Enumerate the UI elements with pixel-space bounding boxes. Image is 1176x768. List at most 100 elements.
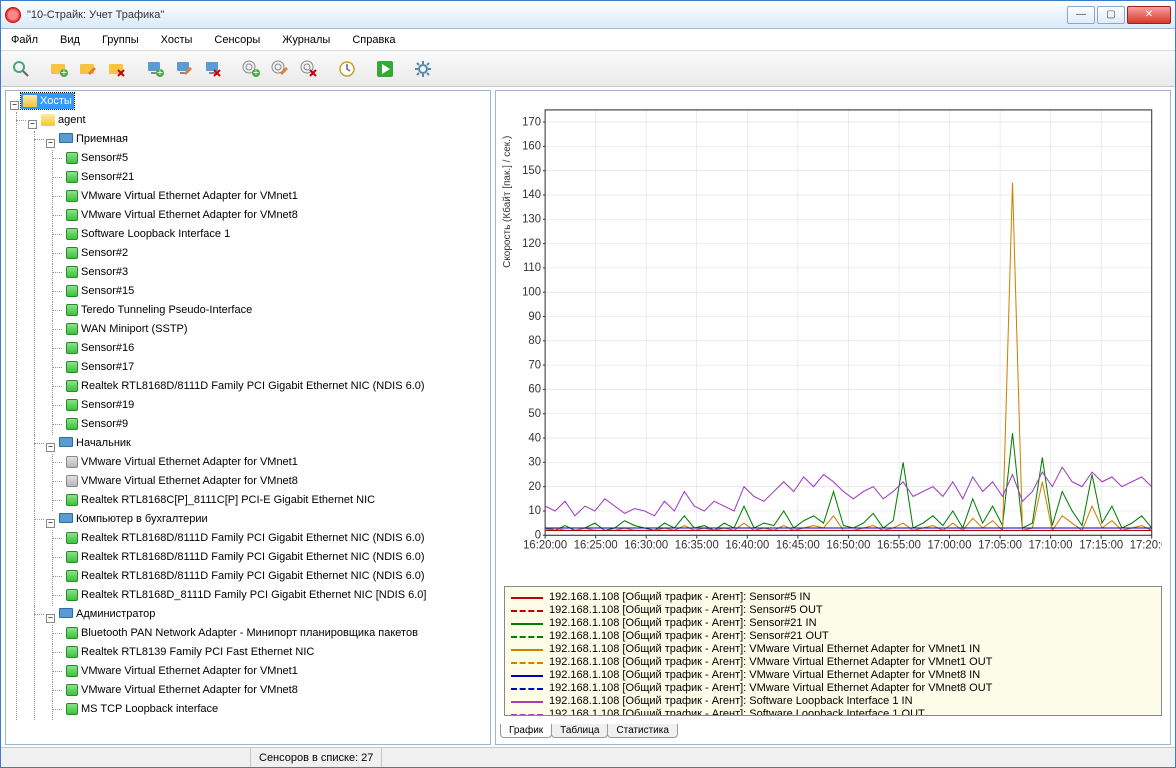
tree-sensor[interactable]: Software Loopback Interface 1 bbox=[64, 226, 232, 242]
tree-sensor[interactable]: Realtek RTL8168D/8111D Family PCI Gigabi… bbox=[64, 568, 427, 584]
legend-swatch bbox=[511, 649, 543, 651]
tree-sensor[interactable]: Sensor#15 bbox=[64, 283, 136, 299]
tree-root[interactable]: Хосты bbox=[21, 93, 74, 109]
legend-row: 192.168.1.108 [Общий трафик - Агент]: So… bbox=[511, 708, 1155, 716]
sensor-delete-icon[interactable] bbox=[295, 55, 323, 83]
folder-delete-icon[interactable] bbox=[103, 55, 131, 83]
tree-sensor[interactable]: Realtek RTL8168C[P]_8111C[P] PCI-E Gigab… bbox=[64, 492, 377, 508]
menu-file[interactable]: Файл bbox=[7, 32, 42, 48]
sensor-icon bbox=[66, 551, 78, 563]
tree-sensor[interactable]: Sensor#19 bbox=[64, 397, 136, 413]
svg-text:+: + bbox=[157, 67, 163, 79]
tree-sensor[interactable]: Teredo Tunneling Pseudo-Interface bbox=[64, 302, 254, 318]
tree-sensor[interactable]: VMware Virtual Ethernet Adapter for VMne… bbox=[64, 188, 300, 204]
chart-legend: 192.168.1.108 [Общий трафик - Агент]: Se… bbox=[504, 586, 1162, 716]
sensor-icon bbox=[66, 570, 78, 582]
menu-view[interactable]: Вид bbox=[56, 32, 84, 48]
expand-icon[interactable]: − bbox=[28, 120, 37, 129]
menu-hosts[interactable]: Хосты bbox=[157, 32, 197, 48]
svg-text:16:20:00: 16:20:00 bbox=[523, 538, 567, 551]
tab-graph[interactable]: График bbox=[500, 724, 552, 738]
folder-edit-icon[interactable] bbox=[74, 55, 102, 83]
tree-host[interactable]: Компьютер в бухгалтерии bbox=[57, 511, 210, 527]
tree-sensor[interactable]: Realtek RTL8168D/8111D Family PCI Gigabi… bbox=[64, 530, 427, 546]
pc-icon bbox=[59, 437, 73, 449]
expand-icon[interactable]: − bbox=[46, 443, 55, 452]
svg-text:16:35:00: 16:35:00 bbox=[675, 538, 719, 551]
legend-swatch bbox=[511, 675, 543, 677]
sensor-icon bbox=[66, 342, 78, 354]
menu-sensors[interactable]: Сенсоры bbox=[210, 32, 264, 48]
host-add-icon[interactable]: + bbox=[141, 55, 169, 83]
sensor-icon bbox=[66, 380, 78, 392]
expand-icon[interactable]: − bbox=[46, 139, 55, 148]
tree-sensor[interactable]: Realtek RTL8168D/8111D Family PCI Gigabi… bbox=[64, 378, 427, 394]
legend-swatch bbox=[511, 610, 543, 612]
sensor-add-icon[interactable]: + bbox=[237, 55, 265, 83]
tree-host[interactable]: Начальник bbox=[57, 435, 133, 451]
svg-text:17:10:00: 17:10:00 bbox=[1029, 538, 1073, 551]
tree-sensor[interactable]: Sensor#21 bbox=[64, 169, 136, 185]
sensor-icon bbox=[66, 475, 78, 487]
folder-add-icon[interactable]: + bbox=[45, 55, 73, 83]
expand-icon[interactable]: − bbox=[46, 519, 55, 528]
host-delete-icon[interactable] bbox=[199, 55, 227, 83]
titlebar[interactable]: "10-Страйк: Учет Трафика" — ▢ ✕ bbox=[1, 1, 1175, 29]
pc-icon bbox=[59, 513, 73, 525]
hosts-tree-panel[interactable]: −Хосты−agent−ПриемнаяSensor#5Sensor#21VM… bbox=[5, 90, 491, 745]
gear-icon[interactable] bbox=[409, 55, 437, 83]
tree-host[interactable]: Администратор bbox=[57, 606, 157, 622]
search-icon[interactable] bbox=[7, 55, 35, 83]
tree-sensor[interactable]: Sensor#2 bbox=[64, 245, 130, 261]
tree-sensor[interactable]: Sensor#17 bbox=[64, 359, 136, 375]
tree-sensor[interactable]: Sensor#5 bbox=[64, 150, 130, 166]
statusbar: Сенсоров в списке: 27 bbox=[1, 747, 1175, 767]
tree-sensor[interactable]: VMware Virtual Ethernet Adapter for VMne… bbox=[64, 473, 300, 489]
hosts-tree[interactable]: −Хосты−agent−ПриемнаяSensor#5Sensor#21VM… bbox=[8, 93, 488, 720]
tree-group[interactable]: agent bbox=[39, 112, 88, 128]
legend-swatch bbox=[511, 636, 543, 638]
clock-icon[interactable] bbox=[333, 55, 361, 83]
play-icon[interactable] bbox=[371, 55, 399, 83]
tree-sensor[interactable]: MS TCP Loopback interface bbox=[64, 701, 220, 717]
chart-panel: Скорость (Кбайт [пак.] / сек.) 010203040… bbox=[495, 90, 1171, 745]
tree-sensor[interactable]: Sensor#3 bbox=[64, 264, 130, 280]
svg-text:20: 20 bbox=[528, 480, 541, 493]
tree-sensor[interactable]: Sensor#16 bbox=[64, 340, 136, 356]
app-window: "10-Страйк: Учет Трафика" — ▢ ✕ Файл Вид… bbox=[0, 0, 1176, 768]
folder-icon bbox=[41, 114, 55, 126]
maximize-button[interactable]: ▢ bbox=[1097, 6, 1125, 24]
tree-host[interactable]: Приемная bbox=[57, 131, 130, 147]
tab-table[interactable]: Таблица bbox=[551, 724, 608, 738]
tree-sensor[interactable]: VMware Virtual Ethernet Adapter for VMne… bbox=[64, 663, 300, 679]
window-title: "10-Страйк: Учет Трафика" bbox=[27, 9, 1067, 21]
sensor-icon bbox=[66, 190, 78, 202]
menu-groups[interactable]: Группы bbox=[98, 32, 143, 48]
sensor-edit-icon[interactable] bbox=[266, 55, 294, 83]
expand-icon[interactable]: − bbox=[46, 614, 55, 623]
sensor-icon bbox=[66, 209, 78, 221]
tree-sensor[interactable]: Sensor#9 bbox=[64, 416, 130, 432]
tree-sensor[interactable]: VMware Virtual Ethernet Adapter for VMne… bbox=[64, 454, 300, 470]
tree-sensor[interactable]: VMware Virtual Ethernet Adapter for VMne… bbox=[64, 682, 300, 698]
host-edit-icon[interactable] bbox=[170, 55, 198, 83]
svg-text:80: 80 bbox=[528, 334, 541, 347]
menu-help[interactable]: Справка bbox=[348, 32, 399, 48]
tree-sensor[interactable]: Realtek RTL8168D_8111D Family PCI Gigabi… bbox=[64, 587, 428, 603]
tree-sensor[interactable]: Bluetooth PAN Network Adapter - Минипорт… bbox=[64, 625, 420, 641]
tree-sensor[interactable]: WAN Miniport (SSTP) bbox=[64, 321, 190, 337]
legend-row: 192.168.1.108 [Общий трафик - Агент]: Se… bbox=[511, 617, 1155, 630]
tab-stats[interactable]: Статистика bbox=[607, 724, 678, 738]
tree-sensor[interactable]: Realtek RTL8139 Family PCI Fast Ethernet… bbox=[64, 644, 316, 660]
legend-row: 192.168.1.108 [Общий трафик - Агент]: VM… bbox=[511, 656, 1155, 669]
svg-text:130: 130 bbox=[522, 212, 541, 225]
minimize-button[interactable]: — bbox=[1067, 6, 1095, 24]
status-text: Сенсоров в списке: 27 bbox=[251, 748, 382, 767]
tree-sensor[interactable]: Realtek RTL8168D/8111D Family PCI Gigabi… bbox=[64, 549, 427, 565]
tree-sensor[interactable]: VMware Virtual Ethernet Adapter for VMne… bbox=[64, 207, 300, 223]
expand-icon[interactable]: − bbox=[10, 101, 19, 110]
svg-text:17:15:00: 17:15:00 bbox=[1079, 538, 1123, 551]
svg-text:+: + bbox=[253, 67, 259, 79]
close-button[interactable]: ✕ bbox=[1127, 6, 1171, 24]
menu-journals[interactable]: Журналы bbox=[278, 32, 334, 48]
